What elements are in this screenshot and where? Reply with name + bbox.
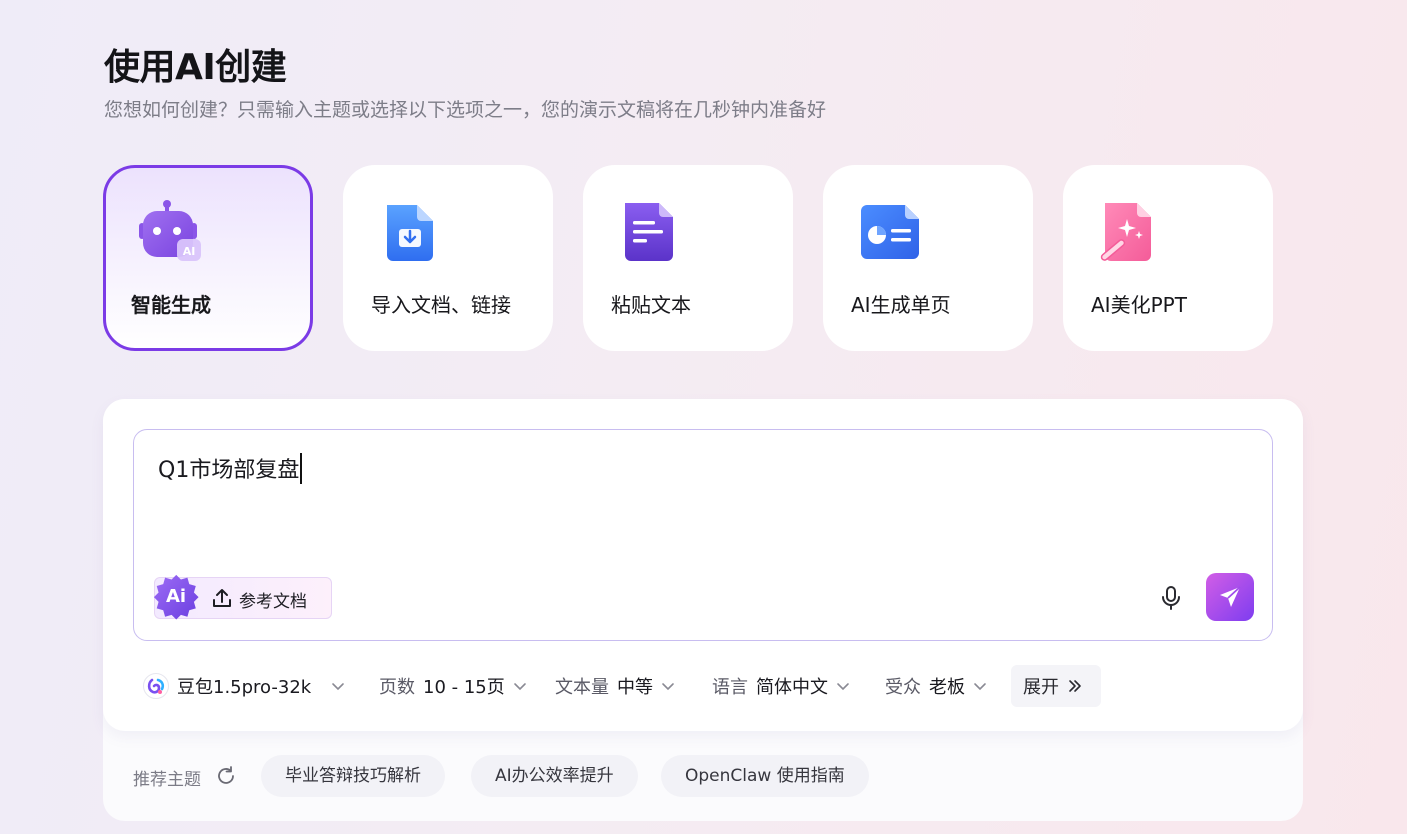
chevron-down-icon xyxy=(837,683,849,691)
prompt-value: Q1市场部复盘 xyxy=(158,458,300,483)
mode-card-paste-text[interactable]: 粘贴文本 xyxy=(583,165,793,351)
reference-document-label: 参考文档 xyxy=(239,592,307,612)
topic-chip[interactable]: OpenClaw 使用指南 xyxy=(661,755,869,797)
ai-badge-text: Ai xyxy=(166,586,187,607)
import-document-icon xyxy=(387,205,433,261)
send-button[interactable] xyxy=(1206,573,1254,621)
pages-value: 10 - 15页 xyxy=(423,677,505,698)
topic-chip[interactable]: AI办公效率提升 xyxy=(471,755,638,797)
audience-value: 老板 xyxy=(929,677,965,698)
language-value: 简体中文 xyxy=(756,677,828,698)
pages-select[interactable]: 页数 10 - 15页 xyxy=(379,665,527,707)
audience-key: 受众 xyxy=(885,677,921,698)
model-select[interactable]: 豆包1.5pro-32k xyxy=(143,665,345,707)
mode-card-import-document[interactable]: 导入文档、链接 xyxy=(343,165,553,351)
text-caret xyxy=(300,453,303,484)
recommended-label: 推荐主题 xyxy=(133,770,201,790)
language-select[interactable]: 语言 简体中文 xyxy=(712,665,850,707)
page-subtitle: 您想如何创建？只需输入主题或选择以下选项之一，您的演示文稿将在几秒钟内准备好 xyxy=(104,99,827,121)
double-chevron-right-icon xyxy=(1069,680,1081,692)
single-slide-icon xyxy=(861,205,919,259)
magic-beautify-icon xyxy=(1100,203,1151,261)
mode-card-label: AI生成单页 xyxy=(851,293,951,317)
mode-card-beautify-ppt[interactable]: AI美化PPT xyxy=(1063,165,1273,351)
topic-chip[interactable]: 毕业答辩技巧解析 xyxy=(261,755,445,797)
robot-ai-icon: AI xyxy=(139,200,201,261)
chevron-down-icon xyxy=(332,683,345,691)
upload-icon xyxy=(213,589,231,607)
mode-card-label: AI美化PPT xyxy=(1091,293,1187,317)
recommended-topics: 推荐主题 毕业答辩技巧解析 AI办公效率提升 OpenClaw 使用指南 xyxy=(133,755,1273,797)
microphone-icon[interactable] xyxy=(1158,585,1184,611)
generation-options: 豆包1.5pro-32k 页数 10 - 15页 文本量 中等 语言 简体中文 … xyxy=(103,665,1303,707)
mode-card-label: 智能生成 xyxy=(131,293,211,317)
prompt-text-wrap: Q1市场部复盘 xyxy=(158,452,303,484)
mode-card-label: 粘贴文本 xyxy=(611,293,691,317)
text-amount-key: 文本量 xyxy=(555,677,609,698)
mode-card-label: 导入文档、链接 xyxy=(371,293,511,317)
svg-text:AI: AI xyxy=(183,245,196,258)
expand-options-button[interactable]: 展开 xyxy=(1011,665,1101,707)
send-icon xyxy=(1220,586,1241,607)
expand-label: 展开 xyxy=(1023,677,1059,698)
prompt-area: Q1市场部复盘 Ai 参考文档 豆包1.5pro-32k 页数 10 - 15页… xyxy=(103,399,1303,731)
mode-card-smart-generate[interactable]: AI 智能生成 xyxy=(103,165,313,351)
reference-document-button[interactable]: Ai 参考文档 xyxy=(153,574,332,620)
refresh-icon[interactable] xyxy=(215,765,237,787)
paste-text-icon xyxy=(625,203,673,261)
create-panel: Q1市场部复盘 Ai 参考文档 豆包1.5pro-32k 页数 10 - 15页… xyxy=(103,399,1303,821)
text-amount-select[interactable]: 文本量 中等 xyxy=(555,665,675,707)
audience-select[interactable]: 受众 老板 xyxy=(885,665,987,707)
mode-card-single-slide[interactable]: AI生成单页 xyxy=(823,165,1033,351)
model-name: 豆包1.5pro-32k xyxy=(177,677,312,698)
language-key: 语言 xyxy=(712,677,748,698)
doubao-model-icon xyxy=(143,673,169,699)
chevron-down-icon xyxy=(662,683,674,691)
chevron-down-icon xyxy=(513,683,526,691)
pages-key: 页数 xyxy=(379,677,415,698)
chevron-down-icon xyxy=(974,683,986,691)
page-title: 使用AI创建 xyxy=(104,47,287,88)
text-amount-value: 中等 xyxy=(617,677,653,698)
prompt-input[interactable]: Q1市场部复盘 Ai 参考文档 xyxy=(133,429,1273,641)
